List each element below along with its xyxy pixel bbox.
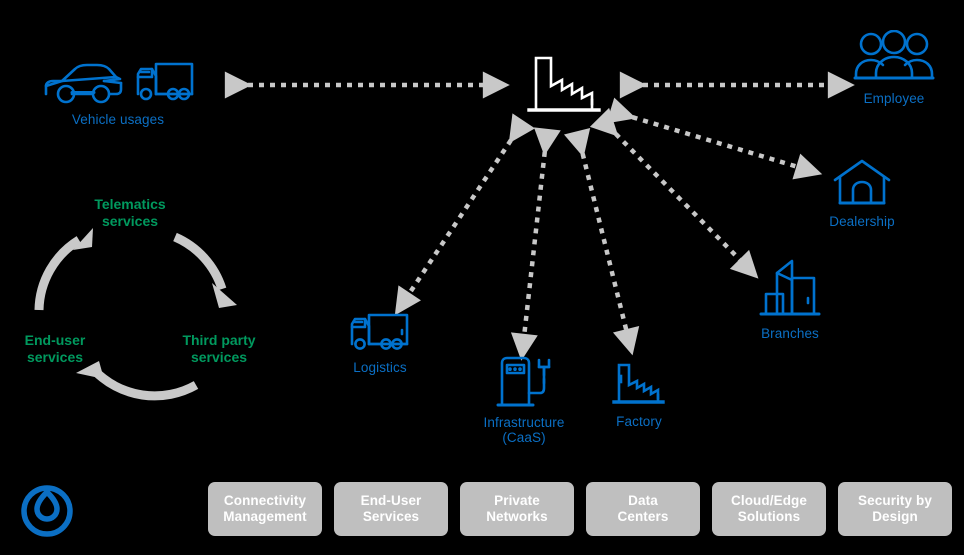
cycle-arrowhead-telematics	[73, 228, 93, 250]
connector-plant-dealership	[606, 97, 823, 180]
node-factory[interactable]: Factory	[591, 358, 687, 429]
people-group-icon	[853, 29, 935, 85]
cycle-arrowhead-thirdparty	[212, 283, 237, 308]
connector-plant-logistics	[394, 113, 535, 316]
node-label-employee: Employee	[863, 91, 925, 106]
node-logistics[interactable]: Logistics	[328, 310, 432, 375]
cycle-label-telematics-services: Telematics services	[94, 196, 166, 229]
delivery-truck-icon	[349, 310, 411, 354]
pill-end-user-services[interactable]: End-User Services	[334, 482, 448, 536]
connector-plant-factory	[563, 127, 640, 356]
cycle-arc-enduser-to-telematics	[34, 236, 82, 311]
pill-security-by-design[interactable]: Security by Design	[838, 482, 952, 536]
factory-icon	[610, 358, 668, 408]
car-and-truck-icon	[42, 50, 194, 106]
office-buildings-icon	[759, 258, 821, 320]
cycle-arc-thirdparty-to-enduser	[90, 366, 199, 401]
connector-plant-branches	[589, 107, 759, 279]
pill-cloud-edge-solutions[interactable]: Cloud/Edge Solutions	[712, 482, 826, 536]
cycle-label-end-user-services: End-user services	[24, 332, 86, 365]
node-branches[interactable]: Branches	[736, 258, 844, 341]
node-label-vehicle-usages: Vehicle usages	[71, 112, 165, 127]
capability-pill-row: Connectivity Management End-User Service…	[208, 482, 952, 536]
factory-plant-icon	[524, 48, 606, 118]
node-label-factory: Factory	[616, 414, 662, 429]
node-vehicle-usages[interactable]: Vehicle usages	[28, 50, 208, 127]
node-label-dealership: Dealership	[829, 214, 895, 229]
charging-station-icon	[494, 355, 554, 409]
node-label-branches: Branches	[761, 326, 819, 341]
cycle-arc-telematics-to-thirdparty	[173, 232, 227, 291]
diagram-canvas: Telematics services Third party services…	[0, 0, 964, 555]
cycle-label-third-party-services: Third party services	[182, 332, 256, 365]
house-icon	[831, 158, 893, 208]
pill-connectivity-management[interactable]: Connectivity Management	[208, 482, 322, 536]
node-employee[interactable]: Employee	[840, 29, 948, 106]
node-infrastructure-caas[interactable]: Infrastructure (CaaS)	[468, 355, 580, 445]
node-label-infrastructure-caas: Infrastructure (CaaS)	[483, 415, 565, 445]
node-label-logistics: Logistics	[353, 360, 407, 375]
node-central-plant[interactable]	[520, 48, 610, 124]
pill-private-networks[interactable]: Private Networks	[460, 482, 574, 536]
connector-plant-infrastructure	[510, 127, 561, 361]
pill-data-centers[interactable]: Data Centers	[586, 482, 700, 536]
node-dealership[interactable]: Dealership	[808, 158, 916, 229]
ntt-logo	[18, 480, 76, 543]
